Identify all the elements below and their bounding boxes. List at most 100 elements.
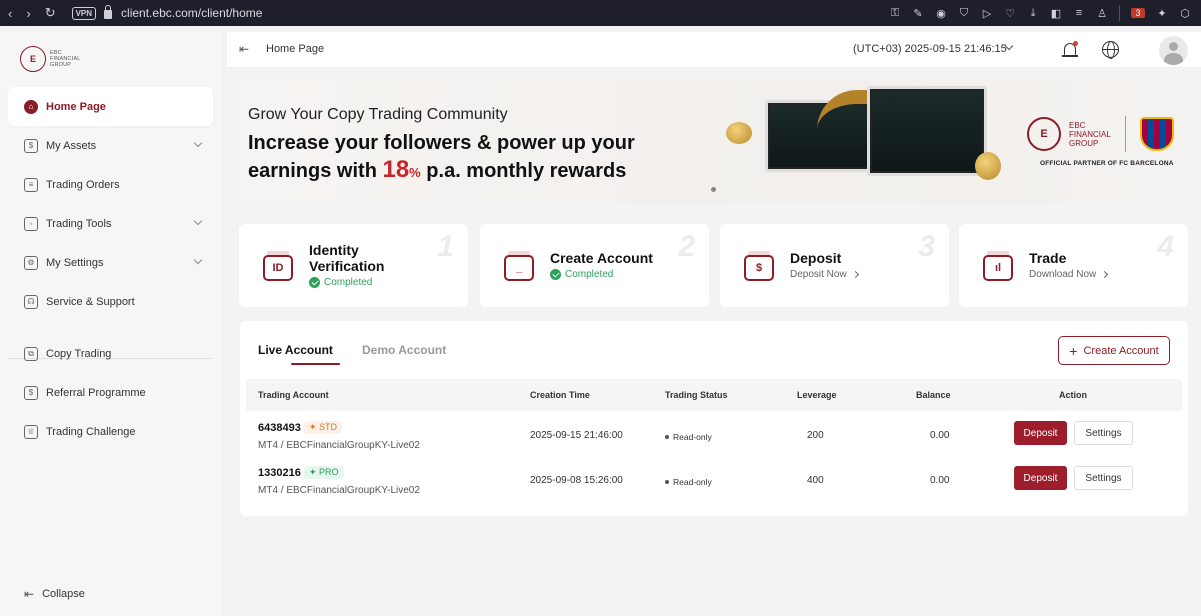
extension-badge[interactable]: 3 <box>1131 8 1145 18</box>
divider <box>1119 5 1120 21</box>
banner-subtitle: Grow Your Copy Trading Community <box>248 106 508 123</box>
step-identity-verification[interactable]: 1 ID Identity Verification Completed <box>239 224 468 307</box>
collapse-button[interactable]: ⇤ Collapse <box>24 587 85 601</box>
account-number[interactable]: 1330216 <box>258 467 301 479</box>
coin-image <box>975 152 1001 180</box>
step-deposit[interactable]: 3 $ Deposit Deposit Now <box>720 224 949 307</box>
tab-live-account[interactable]: Live Account <box>258 343 333 357</box>
deposit-now-link[interactable]: Deposit Now <box>790 269 859 280</box>
headset-icon: ☊ <box>24 294 38 309</box>
partner-caption: OFFICIAL PARTNER OF FC BARCELONA <box>1040 160 1174 167</box>
banner-percent: 18% <box>382 156 421 183</box>
sidebar-item-referral[interactable]: $ Referral Programme <box>8 373 213 412</box>
profile-icon[interactable]: ♙ <box>1096 7 1108 20</box>
deposit-button[interactable]: Deposit <box>1014 421 1067 445</box>
plus-icon: + <box>1069 342 1078 359</box>
shield-icon[interactable]: ⛉ <box>958 7 970 20</box>
home-icon: ⌂ <box>24 99 38 114</box>
forward-icon[interactable]: › <box>26 6 30 21</box>
referral-icon: $ <box>24 385 38 400</box>
trading-status: Read-only <box>665 432 712 442</box>
sidebar-item-service-support[interactable]: ☊ Service & Support <box>8 282 213 321</box>
chevron-right-icon <box>1101 270 1109 279</box>
heart-icon[interactable]: ♡ <box>1004 7 1016 20</box>
trophy-icon: ♕ <box>24 424 38 439</box>
notification-dot <box>1073 41 1078 46</box>
address-bar[interactable]: client.ebc.com/client/home <box>121 6 262 20</box>
table-row: 1330216 ✦ PRO MT4 / EBCFinancialGroupKY-… <box>246 466 1182 512</box>
balance: 0.00 <box>930 430 950 441</box>
status-completed: Completed <box>550 269 613 280</box>
create-account-button[interactable]: + Create Account <box>1058 336 1170 365</box>
chevron-down-icon <box>193 138 203 148</box>
key-icon[interactable]: ⚿ <box>889 7 901 20</box>
id-card-icon: ID <box>263 251 293 281</box>
banner-headline-2: earnings with 18% p.a. monthly rewards <box>248 156 627 183</box>
camera-icon[interactable]: ◉ <box>935 7 947 20</box>
bell-icon[interactable] <box>1062 41 1078 59</box>
sidebar-item-copy-trading[interactable]: ⧉ Copy Trading <box>8 334 213 373</box>
back-icon[interactable]: ‹ <box>8 6 12 21</box>
sidebar-toggle-icon[interactable]: ⇤ <box>239 42 249 56</box>
settings-icon: ⚙ <box>24 255 38 270</box>
card-icon: _ <box>504 251 534 281</box>
fc-barcelona-crest <box>1139 117 1174 151</box>
ebc-logo-mark: E <box>1027 117 1061 151</box>
sidebar-item-trading-challenge[interactable]: ♕ Trading Challenge <box>8 412 213 451</box>
browser-toolbar: ‹ › ↻ VPN client.ebc.com/client/home ⚿ ✎… <box>0 0 1201 26</box>
download-now-link[interactable]: Download Now <box>1029 269 1109 280</box>
wallet-icon: $ <box>24 138 38 153</box>
vpn-badge[interactable]: VPN <box>71 6 97 20</box>
menu-icon[interactable]: ≡ <box>1073 7 1085 19</box>
account-type-badge: ✦ PRO <box>304 466 344 479</box>
table-row: 6438493 ✦ STD MT4 / EBCFinancialGroupKY-… <box>246 421 1182 467</box>
step-create-account[interactable]: 2 _ Create Account Completed <box>480 224 709 307</box>
sidebar-item-my-settings[interactable]: ⚙ My Settings <box>8 243 213 282</box>
step-trade[interactable]: 4 ıl Trade Download Now <box>959 224 1188 307</box>
settings-button[interactable]: Settings <box>1074 421 1133 445</box>
creation-time: 2025-09-15 21:46:00 <box>530 430 623 441</box>
globe-icon[interactable] <box>1102 41 1119 59</box>
copy-icon: ⧉ <box>24 346 38 361</box>
avatar[interactable] <box>1159 36 1188 65</box>
account-number[interactable]: 6438493 <box>258 422 301 434</box>
sidebar-item-home[interactable]: ⌂ Home Page <box>8 87 213 126</box>
tab-demo-account[interactable]: Demo Account <box>362 343 446 357</box>
chevron-right-icon <box>851 270 859 279</box>
check-icon <box>309 277 320 288</box>
carousel-dot[interactable] <box>711 187 716 192</box>
reload-icon[interactable]: ↻ <box>45 5 56 21</box>
accounts-panel: Live Account Demo Account + Create Accou… <box>240 321 1188 516</box>
sidebar-item-trading-tools[interactable]: ◦ Trading Tools <box>8 204 213 243</box>
partner-logos: E EBC FINANCIAL GROUP <box>1027 116 1174 152</box>
deposit-icon: $ <box>744 251 774 281</box>
fox-icon[interactable]: ✦ <box>1156 7 1168 20</box>
collapse-icon: ⇤ <box>24 587 35 601</box>
sidebar-item-trading-orders[interactable]: ≡ Trading Orders <box>8 165 213 204</box>
promo-banner[interactable]: Grow Your Copy Trading Community Increas… <box>237 80 1189 204</box>
chevron-down-icon <box>193 216 203 226</box>
settings-button[interactable]: Settings <box>1074 466 1133 490</box>
banner-headline-1: Increase your followers & power up your <box>248 132 635 154</box>
leverage: 200 <box>807 430 824 441</box>
timezone-selector[interactable]: (UTC+03) 2025-09-15 21:46:15 <box>853 43 1007 55</box>
coin-image <box>726 122 752 144</box>
check-icon <box>550 269 561 280</box>
ebc-logo[interactable]: E EBC FINANCIAL GROUP <box>20 46 81 72</box>
monitor-image <box>867 86 987 176</box>
account-server: MT4 / EBCFinancialGroupKY-Live02 <box>258 485 420 496</box>
cube-icon[interactable]: ⬡ <box>1179 7 1191 20</box>
page-title: Home Page <box>266 43 325 55</box>
play-icon[interactable]: ▷ <box>981 7 993 20</box>
download-icon[interactable]: ⤓ <box>1027 7 1039 20</box>
sidebar-toggle-icon[interactable]: ◧ <box>1050 7 1062 20</box>
deposit-button[interactable]: Deposit <box>1014 466 1067 490</box>
ebc-logo-mark: E <box>20 46 46 72</box>
sidebar-item-my-assets[interactable]: $ My Assets <box>8 126 213 165</box>
orders-icon: ≡ <box>24 177 38 192</box>
status-completed: Completed <box>309 277 372 288</box>
edit-icon[interactable]: ✎ <box>912 7 924 20</box>
trading-status: Read-only <box>665 477 712 487</box>
active-tab-indicator <box>291 363 340 365</box>
top-header: ⇤ Home Page (UTC+03) 2025-09-15 21:46:15 <box>227 32 1201 68</box>
